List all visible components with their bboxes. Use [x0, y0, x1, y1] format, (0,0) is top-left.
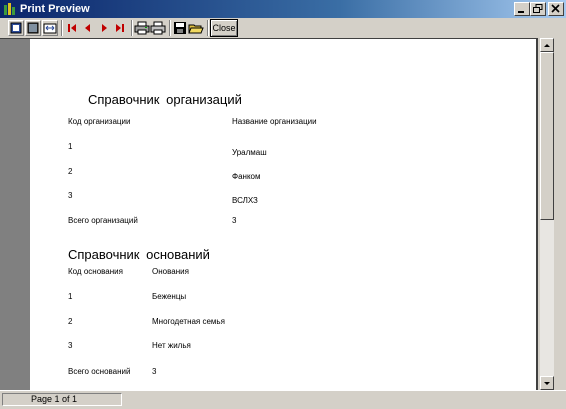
org-row-name: ВСЛХЗ [232, 196, 258, 205]
print-button[interactable] [150, 20, 166, 36]
open-button[interactable] [188, 20, 204, 36]
base-report-title: Справочник оснований [68, 247, 210, 262]
save-button[interactable] [172, 20, 188, 36]
base-col-name-header: Онования [152, 267, 189, 276]
preview-area[interactable]: Справочник организаций Код организации Н… [0, 38, 538, 391]
org-row-code: 3 [68, 191, 73, 200]
next-page-button[interactable] [96, 20, 112, 36]
base-row-name: Беженцы [152, 292, 187, 301]
minimize-button[interactable] [514, 2, 530, 16]
open-folder-icon [188, 24, 204, 34]
base-row-code: 3 [68, 341, 73, 350]
close-window-button[interactable] [548, 2, 564, 16]
prev-page-button[interactable] [80, 20, 96, 36]
restore-button[interactable] [530, 2, 546, 16]
scroll-thumb[interactable] [540, 52, 554, 220]
zoom-fit-button[interactable] [8, 20, 24, 36]
base-total-label: Всего оснований [68, 367, 131, 376]
org-total-value: 3 [232, 216, 237, 225]
zoom-width-button[interactable] [42, 20, 58, 36]
print-setup-button[interactable] [134, 20, 150, 36]
org-col-name-header: Название организации [232, 117, 317, 126]
app-icon [4, 3, 15, 15]
floppy-disk-icon [174, 22, 186, 34]
first-page-button[interactable] [64, 20, 80, 36]
page-indicator: Page 1 of 1 [2, 393, 122, 406]
printer-icon [150, 21, 166, 35]
status-bar: Page 1 of 1 [0, 390, 566, 409]
org-row-name: Фанком [232, 172, 261, 181]
page-full-icon [27, 22, 39, 34]
base-row-code: 2 [68, 317, 73, 326]
minimize-icon [518, 11, 524, 13]
printer-setup-icon [134, 21, 150, 35]
page-width-icon [43, 23, 57, 34]
close-button[interactable]: Close [210, 19, 238, 37]
scroll-down-button[interactable] [540, 376, 554, 390]
vertical-scrollbar[interactable] [538, 38, 566, 390]
prev-page-icon [85, 24, 90, 32]
close-icon [551, 4, 560, 13]
base-row-name: Нет жилья [152, 341, 191, 350]
base-total-value: 3 [152, 367, 157, 376]
base-row-code: 1 [68, 292, 73, 301]
org-row-code: 1 [68, 142, 73, 151]
zoom-100-button[interactable] [25, 20, 41, 36]
first-page-icon [68, 24, 76, 32]
next-page-icon [102, 24, 107, 32]
page-fit-icon [10, 22, 22, 34]
org-row-name: Уралмаш [232, 148, 267, 157]
org-col-code-header: Код организации [68, 117, 131, 126]
org-total-label: Всего организаций [68, 216, 138, 225]
report-page: Справочник организаций Код организации Н… [30, 39, 536, 391]
restore-icon [533, 4, 543, 13]
scroll-up-button[interactable] [540, 38, 554, 52]
window-title: Print Preview [20, 3, 90, 15]
org-row-code: 2 [68, 167, 73, 176]
last-page-button[interactable] [112, 20, 128, 36]
title-bar: Print Preview [0, 0, 566, 18]
arrow-up-icon [544, 44, 550, 47]
last-page-icon [116, 24, 124, 32]
org-report-title: Справочник организаций [88, 92, 242, 107]
base-row-name: Многодетная семья [152, 317, 225, 326]
base-col-code-header: Код основания [68, 267, 123, 276]
arrow-down-icon [544, 382, 550, 385]
toolbar: Close [0, 18, 566, 39]
